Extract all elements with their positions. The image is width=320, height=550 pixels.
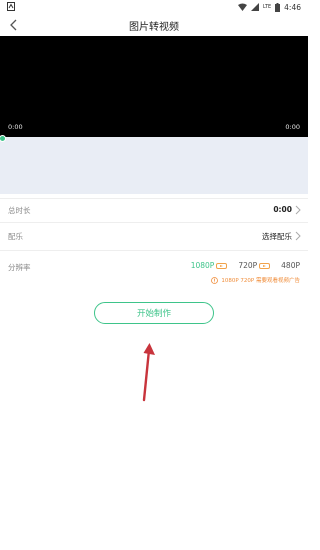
current-time: 0:00 (8, 123, 23, 131)
clock: 4:46 (284, 2, 301, 12)
resolution-options: 1080P 720P 480P (180, 261, 300, 270)
music-label: 配乐 (8, 232, 23, 241)
notification-icon (7, 2, 15, 11)
annotation-arrow-icon (142, 343, 155, 402)
duration-row: 总时长 0:00 (0, 198, 308, 222)
total-time: 0:00 (285, 123, 300, 131)
chevron-right-icon (295, 231, 301, 241)
status-bar: LTE 4:46 (0, 0, 308, 14)
playhead-handle[interactable] (0, 135, 6, 142)
resolution-label: 分辨率 (8, 263, 31, 272)
info-icon (211, 276, 219, 284)
signal-label: LTE (262, 4, 272, 10)
wifi-icon (237, 3, 247, 11)
resolution-option-480p[interactable]: 480P (281, 261, 300, 270)
divider (0, 250, 308, 251)
resolution-option-1080p[interactable]: 1080P (191, 261, 228, 270)
duration-label: 总时长 (8, 206, 31, 215)
start-button[interactable]: 开始制作 (94, 302, 214, 324)
battery-icon (275, 2, 281, 12)
music-value[interactable]: 选择配乐 (262, 231, 292, 242)
video-ad-icon (216, 262, 228, 269)
duration-value: 0:00 (273, 205, 292, 214)
video-ad-icon (259, 262, 271, 269)
signal-icon (250, 3, 259, 11)
video-preview[interactable]: 0:00 0:00 (0, 36, 308, 137)
chevron-right-icon (295, 205, 301, 215)
resolution-tip: 1080P 720P 需要观看视频广告 (211, 276, 300, 284)
title-bar: 图片转视频 (0, 14, 308, 36)
timeline-track[interactable] (0, 135, 308, 194)
divider (0, 222, 308, 223)
music-row[interactable]: 配乐 选择配乐 (0, 224, 308, 248)
resolution-option-720p[interactable]: 720P (238, 261, 271, 270)
tip-text: 1080P 720P 需要观看视频广告 (221, 278, 300, 284)
page-title: 图片转视频 (129, 22, 179, 33)
status-icons: LTE 4:46 (237, 1, 301, 13)
